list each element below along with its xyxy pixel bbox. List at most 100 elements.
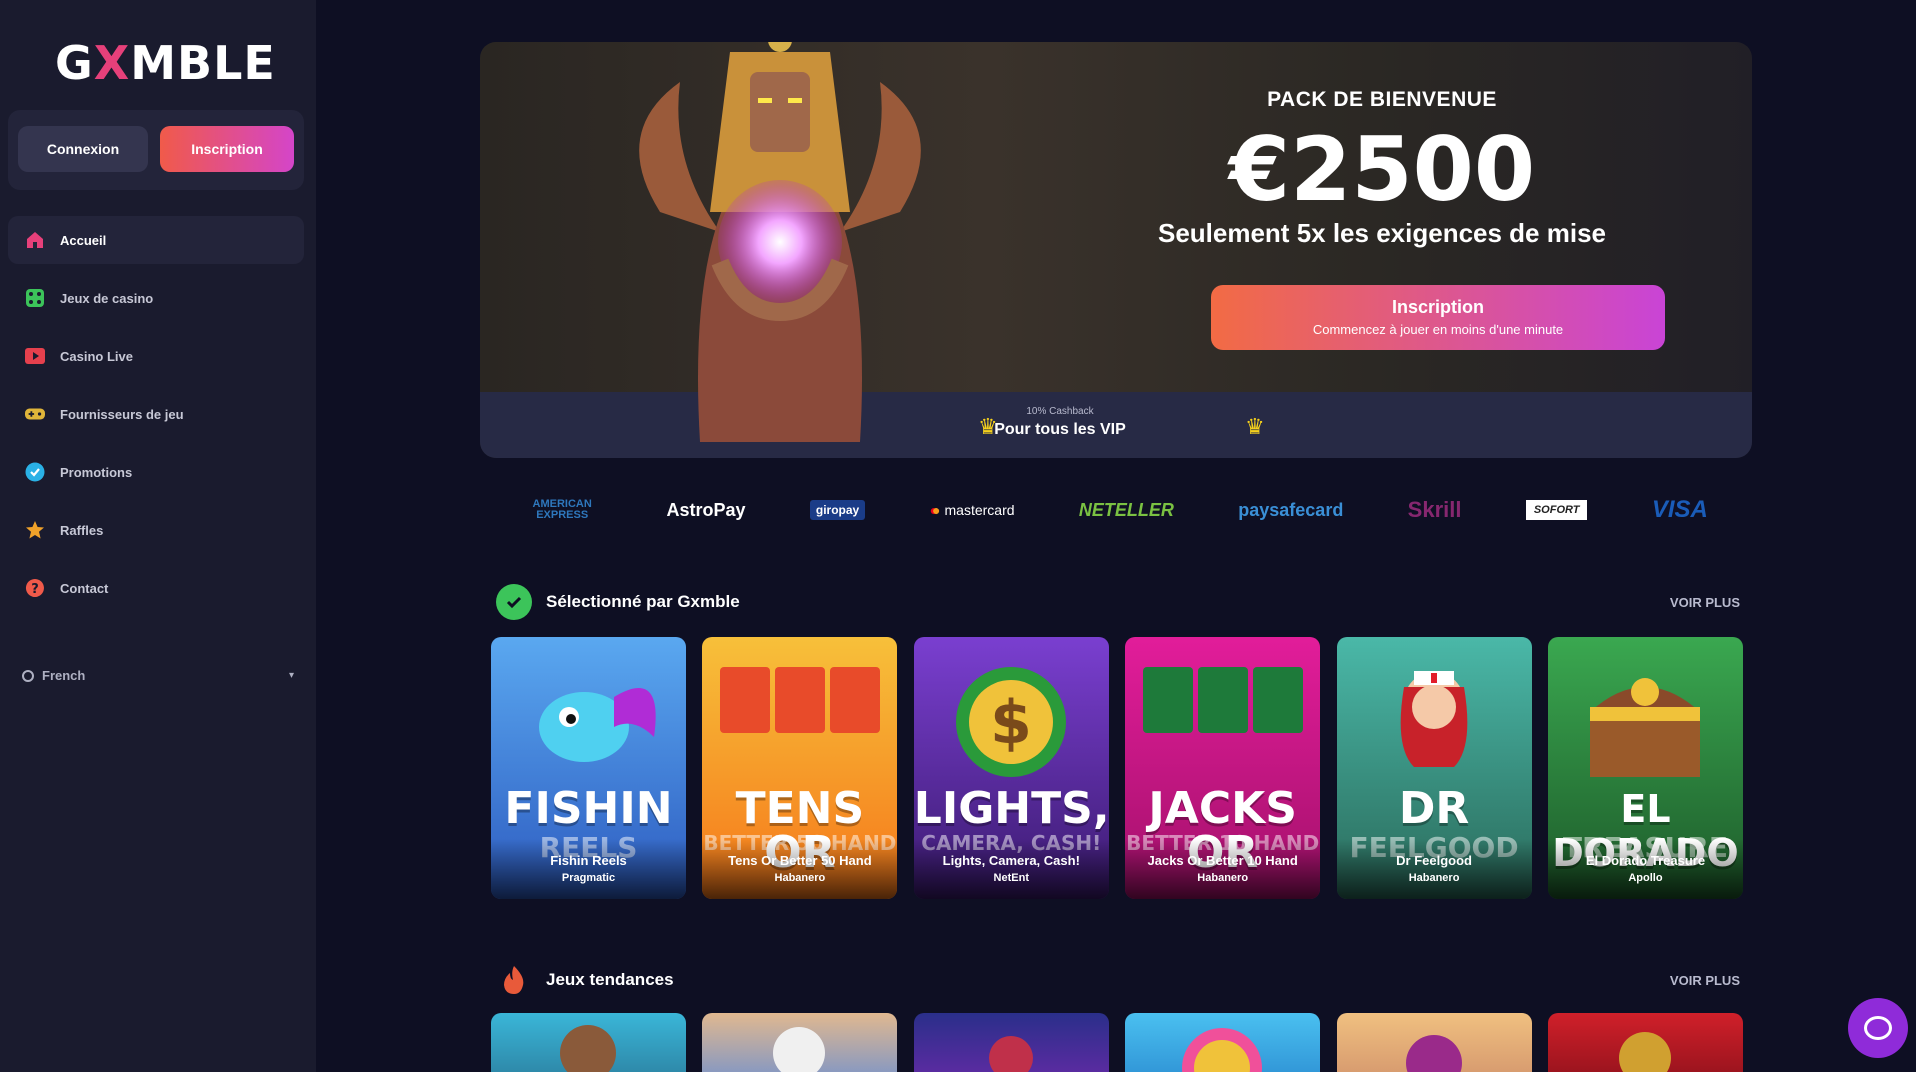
sidebar-item-jeux-de-casino[interactable]: Jeux de casino bbox=[8, 274, 304, 322]
card-shade bbox=[913, 839, 1109, 899]
sidebar-item-contact[interactable]: ? Contact bbox=[8, 564, 304, 612]
see-more-link[interactable]: VOIR PLUS bbox=[1670, 595, 1740, 610]
game-card[interactable] bbox=[1547, 1013, 1743, 1072]
auth-box: Connexion Inscription bbox=[8, 110, 304, 190]
section-header-selected: Sélectionné par Gxmble VOIR PLUS bbox=[496, 582, 1740, 622]
game-card[interactable]: DR FEELGOOD Dr Feelgood Habanero bbox=[1336, 637, 1532, 899]
globe-icon bbox=[22, 669, 34, 682]
giropay-logo: giropay bbox=[809, 500, 866, 520]
dollar-coin-icon: $ bbox=[956, 667, 1067, 777]
sidebar-item-label: Jeux de casino bbox=[60, 290, 154, 306]
sidebar-nav: Accueil Jeux de casino Casino Live Fourn… bbox=[8, 216, 304, 622]
banner-signup-button[interactable]: Inscription Commencez à jouer en moins d… bbox=[1211, 285, 1665, 350]
card-shade bbox=[1547, 839, 1743, 899]
game-provider: NetEnt bbox=[993, 872, 1029, 884]
logo-part: G bbox=[55, 36, 94, 90]
vip-small-text: 10% Cashback bbox=[1026, 406, 1094, 417]
game-card[interactable]: FISHIN REELS Fishin Reels Pragmatic bbox=[491, 637, 686, 899]
logo-part: MBLE bbox=[130, 36, 276, 90]
pharaoh-illustration bbox=[639, 42, 921, 442]
neteller-logo: NETELLER bbox=[1078, 499, 1174, 520]
sidebar-item-label: Contact bbox=[60, 580, 109, 596]
sidebar-item-promotions[interactable]: Promotions bbox=[8, 448, 304, 496]
game-card[interactable] bbox=[491, 1013, 686, 1072]
card-stack-icon bbox=[1142, 667, 1303, 733]
amex-logo: AMERICAN EXPRESS bbox=[532, 498, 592, 521]
treasure-chest-icon bbox=[1590, 678, 1701, 777]
paysafecard-logo: paysafecard bbox=[1238, 499, 1344, 520]
chat-bubble-icon bbox=[1864, 1016, 1892, 1040]
game-art-title: FISHIN bbox=[504, 783, 673, 834]
astropay-logo: AstroPay bbox=[666, 499, 746, 520]
brand-logo[interactable]: GXMBLE bbox=[55, 36, 276, 90]
svg-text:$: $ bbox=[990, 688, 1032, 758]
card-shade bbox=[1125, 839, 1321, 899]
card-shade bbox=[702, 839, 898, 899]
cta-sublabel: Commencez à jouer en moins d'une minute bbox=[1312, 322, 1564, 337]
sidebar-item-label: Fournisseurs de jeu bbox=[60, 406, 184, 422]
logo-part: X bbox=[93, 36, 131, 90]
section-header-trending: Jeux tendances VOIR PLUS bbox=[496, 960, 1740, 1000]
svg-text:?: ? bbox=[31, 582, 39, 597]
game-card[interactable] bbox=[1336, 1013, 1532, 1072]
banner-subtitle: Seulement 5x les exigences de mise bbox=[1157, 218, 1607, 248]
gamepad-icon bbox=[25, 404, 45, 424]
game-name: Dr Feelgood bbox=[1396, 853, 1472, 868]
sidebar-item-label: Casino Live bbox=[60, 348, 133, 364]
nurse-icon bbox=[1400, 671, 1468, 767]
login-button[interactable]: Connexion bbox=[18, 126, 148, 172]
game-name: Tens Or Better 50 Hand bbox=[728, 853, 872, 868]
sidebar-item-raffles[interactable]: Raffles bbox=[8, 506, 304, 554]
sidebar-item-casino-live[interactable]: Casino Live bbox=[8, 332, 304, 380]
game-card[interactable]: TENS OR BETTER 50 HAND Tens Or Better 50… bbox=[702, 637, 898, 899]
section-title: Sélectionné par Gxmble bbox=[546, 592, 740, 611]
visa-logo: VISA bbox=[1651, 496, 1708, 523]
signup-button[interactable]: Inscription bbox=[160, 126, 294, 172]
star-icon bbox=[25, 520, 45, 540]
sidebar-item-fournisseurs[interactable]: Fournisseurs de jeu bbox=[8, 390, 304, 438]
mastercard-logo: ●● mastercard bbox=[930, 502, 1015, 518]
help-icon: ? bbox=[25, 578, 45, 598]
play-icon bbox=[25, 346, 45, 366]
welcome-banner: PACK DE BIENVENUE €2500 Seulement 5x les… bbox=[480, 42, 1752, 458]
payment-methods: AMERICAN EXPRESS AstroPay giropay ●● mast… bbox=[490, 490, 1740, 530]
cta-label: Inscription bbox=[1391, 297, 1484, 317]
game-card[interactable]: JACKS OR BETTER 10 HAND Jacks Or Better … bbox=[1125, 637, 1321, 899]
games-row: FISHIN REELS Fishin Reels Pragmatic TENS… bbox=[491, 637, 1743, 899]
see-more-link[interactable]: VOIR PLUS bbox=[1670, 973, 1740, 988]
sidebar-item-accueil[interactable]: Accueil bbox=[8, 216, 304, 264]
game-thumbnail bbox=[988, 1036, 1033, 1072]
sofort-logo: SOFORT bbox=[1525, 500, 1588, 520]
chevron-down-icon: ▾ bbox=[288, 670, 294, 681]
game-card[interactable] bbox=[913, 1013, 1109, 1072]
game-thumbnail bbox=[1405, 1035, 1462, 1072]
game-card[interactable]: $ LIGHTS, CAMERA, CASH! Lights, Camera, … bbox=[913, 637, 1109, 899]
card-shade bbox=[491, 839, 686, 899]
language-label: French bbox=[42, 668, 86, 683]
vip-cashback: 10% Cashback Pour tous les VIP bbox=[920, 406, 1200, 439]
bonus-amount: €2500 bbox=[1228, 118, 1536, 221]
fish-icon bbox=[538, 688, 656, 762]
games-row-trending bbox=[491, 1013, 1743, 1072]
game-thumbnail bbox=[773, 1027, 826, 1072]
game-thumbnail bbox=[1182, 1028, 1263, 1072]
home-icon bbox=[25, 230, 45, 250]
card-shade bbox=[1336, 839, 1532, 899]
fire-icon bbox=[496, 962, 532, 998]
banner-title: PACK DE BIENVENUE bbox=[1267, 88, 1497, 111]
game-card[interactable] bbox=[702, 1013, 898, 1072]
language-select[interactable]: French ▾ bbox=[22, 668, 294, 683]
section-title: Jeux tendances bbox=[546, 970, 674, 989]
live-chat-button[interactable] bbox=[1848, 998, 1908, 1058]
game-provider: Habanero bbox=[1408, 872, 1460, 884]
crown-icon: ♛ bbox=[1245, 414, 1265, 439]
mastercard-label: mastercard bbox=[944, 502, 1015, 518]
vip-big-text: Pour tous les VIP bbox=[994, 421, 1126, 438]
game-art-title: LIGHTS, bbox=[913, 783, 1109, 834]
game-card[interactable]: EL DORADO TREASURE El Dorado Treasure Ap… bbox=[1547, 637, 1743, 899]
game-name: Lights, Camera, Cash! bbox=[942, 853, 1080, 868]
game-provider: Apollo bbox=[1628, 872, 1663, 884]
game-provider: Habanero bbox=[774, 872, 826, 884]
game-card[interactable] bbox=[1125, 1013, 1321, 1072]
game-art-title: DR bbox=[1398, 783, 1470, 834]
